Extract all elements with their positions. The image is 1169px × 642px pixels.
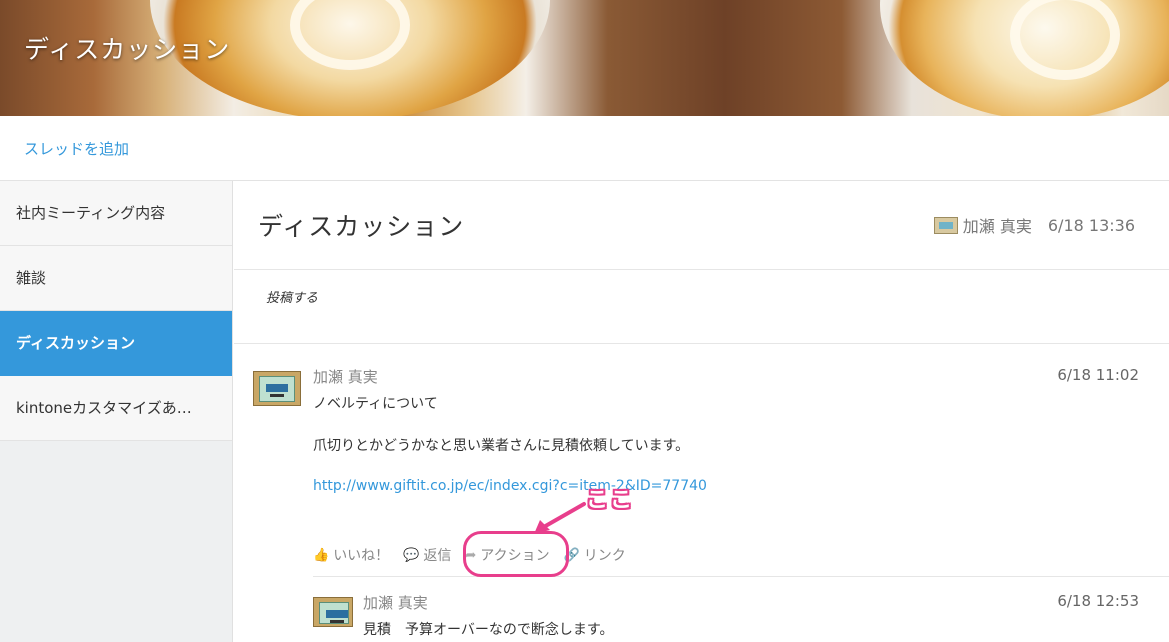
annotation-label: ここ [586,488,635,513]
thread-meta: 加瀬 真実 6/18 13:36 [933,213,1135,237]
sidebar-item-discussion[interactable]: ディスカッション [0,311,232,376]
post-input-area[interactable]: 投稿する [234,270,1169,344]
comment-author[interactable]: 加瀬 真実 [313,366,378,387]
divider [313,576,1169,577]
reply-label: 返信 [423,548,452,564]
add-thread-link[interactable]: スレッドを追加 [24,138,129,159]
reply-date[interactable]: 6/18 12:53 [1057,592,1139,610]
reply-body: 見積 予算オーバーなので断念します。 [363,622,614,638]
thumbs-up-icon: 👍 [313,547,330,563]
reply-button[interactable]: 💬 返信 [403,545,451,565]
reply-author[interactable]: 加瀬 真実 [363,592,428,613]
thread-toolbar: スレッドを追加 [0,116,1169,181]
thread-main: ディスカッション 加瀬 真実 6/18 13:36 投稿する 加瀬 真実 6/1… [234,181,1169,642]
comment-url-link[interactable]: http://www.giftit.co.jp/ec/index.cgi?c=i… [313,478,707,494]
comment-date[interactable]: 6/18 11:02 [1057,366,1139,384]
thread-sidebar: 社内ミーティング内容 雑談 ディスカッション kintoneカスタマイズあ… [0,181,233,642]
comment-subject: ノベルティについて [313,396,438,412]
like-button[interactable]: 👍 いいね！ [313,545,389,565]
avatar[interactable] [933,216,958,234]
avatar[interactable] [313,597,353,627]
sidebar-item-meeting[interactable]: 社内ミーティング内容 [0,181,232,246]
thread-header: ディスカッション 加瀬 真実 6/18 13:36 [234,181,1169,270]
thread-title: ディスカッション [258,212,465,241]
link-button[interactable]: 🔗 リンク [564,545,626,565]
space-title: ディスカッション [24,35,231,64]
sidebar-item-kintone-customize[interactable]: kintoneカスタマイズあ… [0,376,232,441]
post-placeholder[interactable]: 投稿する [266,287,318,306]
speech-bubble-icon: 💬 [403,547,420,563]
link-label: リンク [583,548,626,564]
thread-date: 6/18 13:36 [1047,215,1135,235]
like-label: いいね！ [333,548,390,564]
header-banner: ディスカッション [0,0,1169,116]
thread-author[interactable]: 加瀬 真実 [963,213,1032,237]
avatar[interactable] [253,371,301,406]
annotation-arrow-icon [534,502,586,534]
comment-body: 爪切りとかどうかなと思い業者さんに見積依頼しています。 [313,438,690,454]
sidebar-item-chat[interactable]: 雑談 [0,246,232,311]
